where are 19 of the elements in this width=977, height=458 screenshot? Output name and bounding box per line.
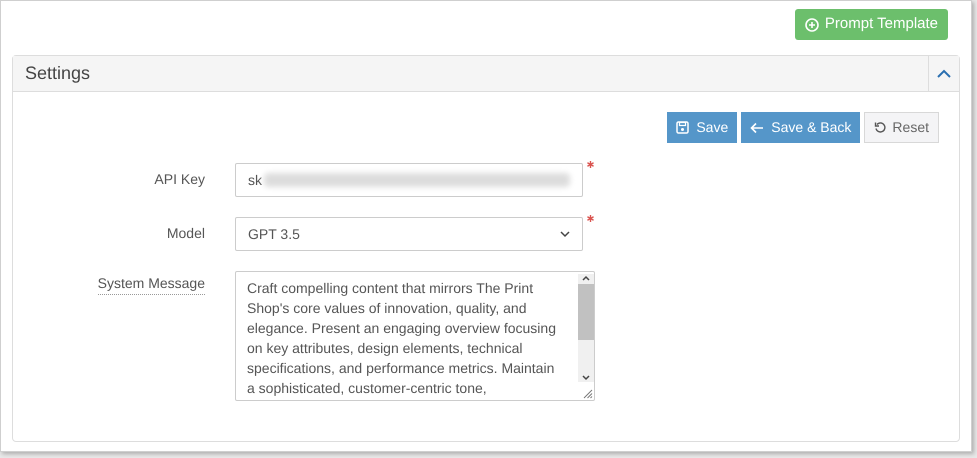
scrollbar[interactable] — [578, 274, 594, 382]
arrow-left-icon — [750, 122, 764, 134]
collapse-chevron-icon[interactable] — [937, 68, 951, 78]
textarea-text: Craft compelling content that mirrors The Print Shop's core values of innovation, quality, and elegance. Present an engaging overview focusing on key attributes, design elements, technical specifications, and performance metrics. Maintain a sophisticated, customer-centric tone, — [246, 279, 557, 398]
undo-icon — [874, 121, 888, 134]
save-icon — [676, 121, 690, 134]
resize-grip-icon[interactable] — [581, 387, 593, 399]
field-label: Model — [166, 224, 205, 243]
api-key-field[interactable]: sk — [235, 163, 583, 197]
add-circle-icon — [804, 18, 819, 32]
panel-title: Settings — [25, 62, 90, 85]
reset-button[interactable]: Reset — [864, 112, 939, 143]
field-label: System Message — [98, 273, 205, 295]
save-and-back-button[interactable]: Save & Back — [741, 112, 860, 143]
chevron-down-icon — [560, 230, 570, 238]
field-label: API Key — [154, 170, 205, 189]
model-select[interactable]: GPT 3.5 — [235, 217, 583, 251]
system-message-textarea[interactable] — [235, 271, 595, 401]
save-button[interactable]: Save — [667, 112, 738, 143]
